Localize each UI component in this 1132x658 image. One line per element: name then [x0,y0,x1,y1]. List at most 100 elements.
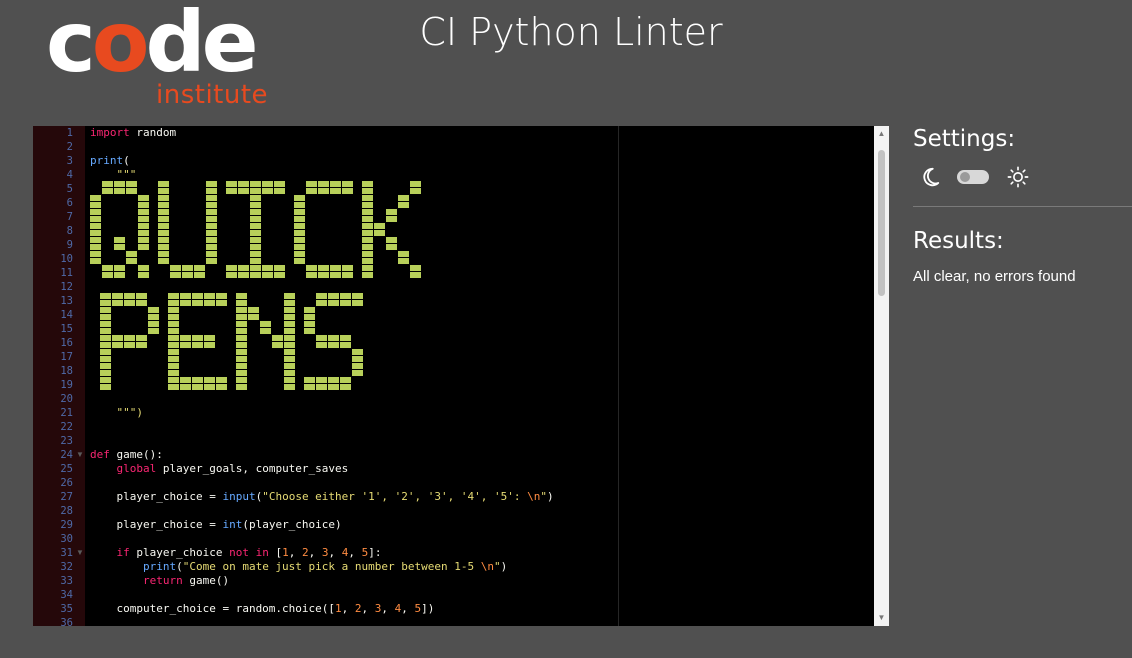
ascii-art-block [250,265,261,271]
line-number: 23 [60,435,73,447]
ascii-art-block [398,195,409,201]
ascii-art-block [274,272,285,278]
ascii-art-block [204,335,215,341]
ascii-art-block [124,342,135,348]
ascii-art-block [236,370,247,376]
ascii-art-block [114,188,125,194]
ascii-art-block [138,244,149,250]
ascii-art-block [284,328,295,334]
ascii-art-block [250,181,261,187]
ascii-art-block [90,223,101,229]
line-number: 36 [60,617,73,626]
ascii-art-block [410,272,421,278]
ascii-art-block [352,349,363,355]
ascii-art-block [100,363,111,369]
ascii-art-block [158,258,169,264]
code-editor[interactable]: 1 2 3 4 5 6 7 8 9 10 11 12 13 14 15 16 17 18 19 20 21 22 23 24 ▼… [33,126,889,626]
ascii-art-block [236,384,247,390]
ascii-art-block [328,335,339,341]
ascii-art-block [114,265,125,271]
ascii-art-block [284,370,295,376]
ascii-art-block [112,300,123,306]
ascii-art-block [340,377,351,383]
scroll-down-arrow-icon[interactable]: ▼ [874,610,889,626]
scrollbar-thumb[interactable] [878,150,885,296]
ascii-art-block [238,188,249,194]
ascii-art-block [362,195,373,201]
ascii-art-block [362,251,373,257]
ascii-art-block [158,237,169,243]
ascii-art-block [284,349,295,355]
line-number: 12 [60,281,73,293]
ascii-art-block [398,202,409,208]
ascii-art-block [192,377,203,383]
ascii-art-block [206,209,217,215]
ascii-art-block [238,272,249,278]
theme-toggle-switch[interactable] [957,170,989,184]
ascii-art-block [284,307,295,313]
line-number: 32 [60,561,73,573]
ascii-art-block [352,293,363,299]
ascii-art-block [248,307,259,313]
ascii-art-block [206,181,217,187]
ascii-art-block [362,188,373,194]
line-number: 20 [60,393,73,405]
ascii-art-block [250,223,261,229]
line-number: 10 [60,253,73,265]
fold-arrow-icon[interactable]: ▼ [76,448,84,462]
ascii-art-block [410,265,421,271]
line-number: 3 [66,155,73,167]
ascii-art-block [328,293,339,299]
ascii-art-block [330,272,341,278]
ascii-art-block [306,265,317,271]
ascii-art-block [168,300,179,306]
ascii-art-block [236,321,247,327]
ascii-art-block [158,216,169,222]
ascii-art-block [294,251,305,257]
ascii-art-block [168,314,179,320]
ascii-art-block [158,188,169,194]
ascii-art-block [284,377,295,383]
ascii-art-block [206,244,217,250]
line-number: 15 [60,323,73,335]
ascii-art-block [158,223,169,229]
ascii-art-block [216,384,227,390]
ascii-art-block [342,188,353,194]
ascii-art-block [206,216,217,222]
ascii-art-block [204,293,215,299]
editor-scrollbar[interactable]: ▲ ▼ [874,126,889,626]
ascii-art-block [168,349,179,355]
ascii-art-block [158,195,169,201]
ascii-art-block [124,300,135,306]
ascii-art-block [192,335,203,341]
scroll-up-arrow-icon[interactable]: ▲ [874,126,889,142]
ascii-art-block [340,335,351,341]
ascii-art-block [180,377,191,383]
ascii-art-block [362,223,373,229]
ascii-art-block [206,223,217,229]
ascii-art-block [168,307,179,313]
code-line: print( [90,154,130,167]
ascii-art-block [398,251,409,257]
ascii-art-block [316,377,327,383]
ascii-art-block [216,377,227,383]
ascii-art-block [250,258,261,264]
ascii-art-block [250,202,261,208]
ascii-art-block [206,230,217,236]
ascii-art-block [216,293,227,299]
ascii-art-block [284,335,295,341]
ascii-art-block [362,244,373,250]
ascii-art-block [100,335,111,341]
fold-arrow-icon[interactable]: ▼ [76,546,84,560]
ascii-art-block [284,321,295,327]
ascii-art-block [362,272,373,278]
ascii-art-block [180,335,191,341]
moon-icon [923,167,940,187]
ascii-art-block [340,384,351,390]
ascii-art-block [102,181,113,187]
ascii-art-block [250,244,261,250]
ascii-art-block [304,328,315,334]
ascii-art-block [168,363,179,369]
ascii-art-block [114,181,125,187]
ascii-art-block [100,293,111,299]
